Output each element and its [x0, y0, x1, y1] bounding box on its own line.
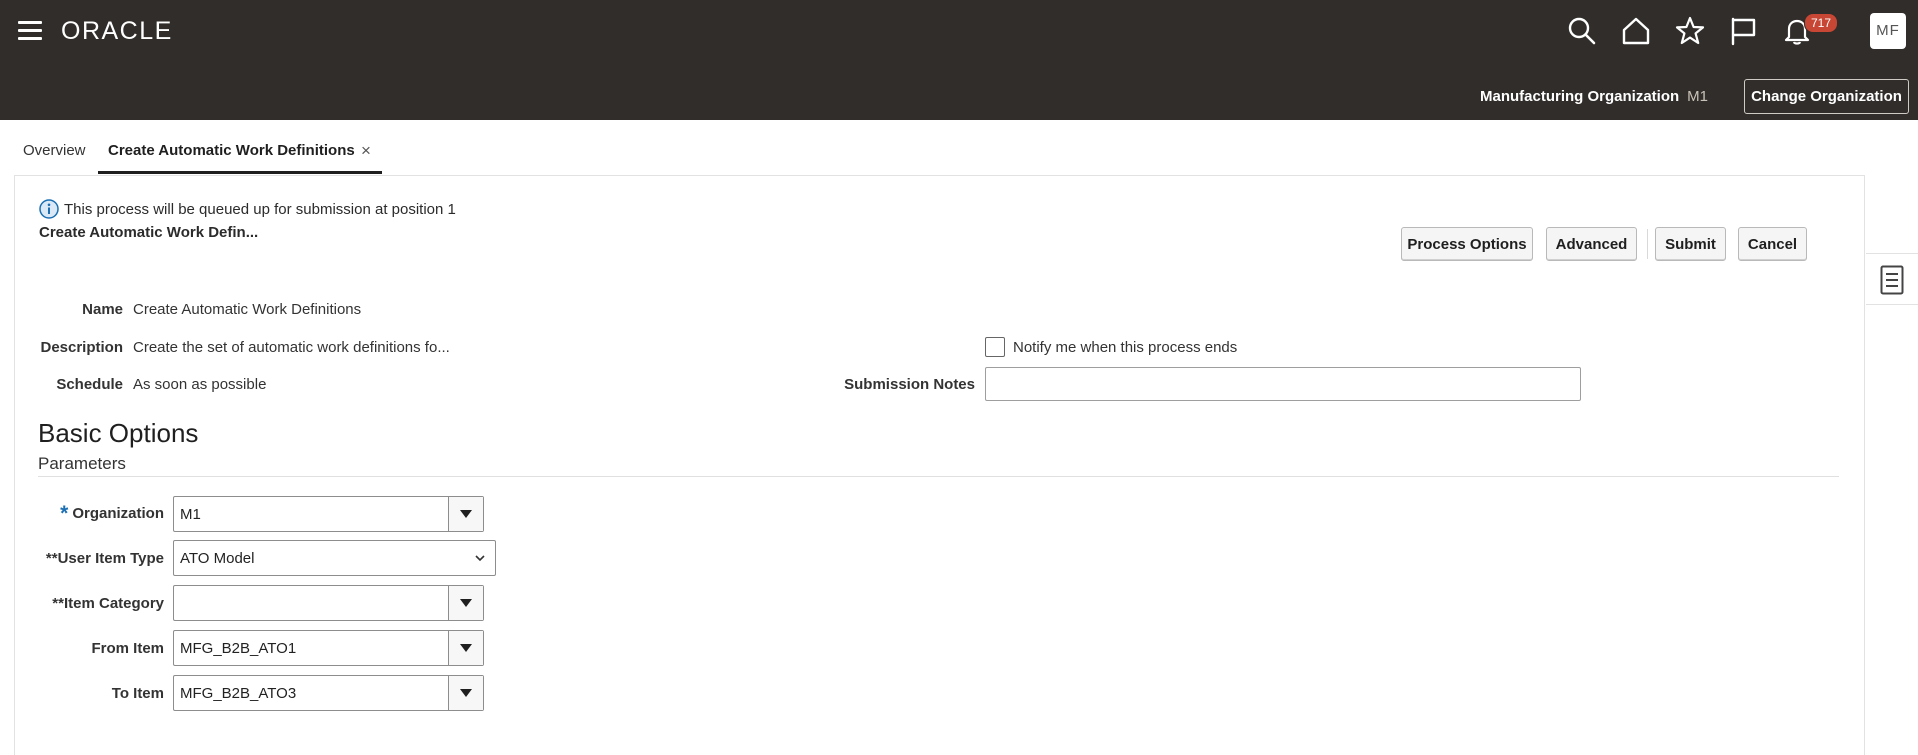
to-item-value: MFG_B2B_ATO3 [180, 685, 297, 702]
to-item-dropdown-button[interactable] [448, 676, 483, 710]
from-item-label: From Item [91, 640, 164, 657]
user-item-type-select[interactable]: ATO Model [173, 540, 496, 576]
item-category-combobox[interactable] [173, 585, 484, 621]
process-panel [14, 175, 1865, 755]
item-category-label: **Item Category [52, 595, 164, 612]
to-item-combobox[interactable]: MFG_B2B_ATO3 [173, 675, 484, 711]
search-icon[interactable] [1566, 15, 1598, 47]
schedule-value: As soon as possible [133, 376, 267, 393]
notification-count-badge: 717 [1804, 13, 1839, 33]
name-value: Create Automatic Work Definitions [133, 301, 362, 318]
advanced-button[interactable]: Advanced [1546, 227, 1637, 261]
notify-checkbox[interactable] [985, 337, 1005, 357]
organization-label: * Organization [30, 502, 164, 526]
to-item-label: To Item [111, 685, 164, 702]
schedule-label: Schedule [56, 376, 123, 393]
organization-combobox[interactable]: M1 [173, 496, 484, 532]
change-organization-button[interactable]: Change Organization [1744, 79, 1909, 114]
item-category-dropdown-button[interactable] [448, 586, 483, 620]
required-indicator: * [60, 502, 69, 525]
user-item-type-label: **User Item Type [45, 550, 164, 567]
home-icon[interactable] [1620, 15, 1652, 47]
from-item-value: MFG_B2B_ATO1 [180, 640, 297, 657]
organization-value: M1 [180, 506, 201, 523]
organization-label-text: Organization [72, 505, 164, 522]
section-divider [38, 476, 1839, 477]
close-tab-icon[interactable]: × [361, 141, 371, 161]
chevron-down-icon [475, 555, 485, 562]
task-list-icon[interactable] [1880, 265, 1904, 295]
submission-notes-input[interactable] [985, 367, 1581, 401]
queue-info-message: This process will be queued up for submi… [39, 199, 456, 219]
flag-icon[interactable] [1727, 15, 1759, 47]
submission-notes-label: Submission Notes [844, 376, 975, 393]
organization-dropdown-button[interactable] [448, 497, 483, 531]
from-item-dropdown-button[interactable] [448, 631, 483, 665]
parameters-subheading: Parameters [38, 454, 126, 473]
description-label: Description [40, 339, 123, 356]
notify-label: Notify me when this process ends [1013, 339, 1238, 356]
tab-overview[interactable]: Overview [23, 142, 86, 159]
info-icon [39, 199, 59, 219]
org-label-text: Manufacturing Organization [1479, 88, 1680, 105]
process-options-button[interactable]: Process Options [1401, 227, 1533, 261]
button-separator [1647, 229, 1648, 259]
user-avatar[interactable]: MF [1870, 13, 1906, 49]
process-title: Create Automatic Work Defin... [39, 224, 259, 241]
side-panel-tray[interactable] [1866, 253, 1918, 305]
manufacturing-organization-label: Manufacturing Organization M1 [1480, 88, 1708, 105]
tab-create-automatic-work-definitions[interactable]: Create Automatic Work Definitions [108, 142, 355, 159]
info-message-text: This process will be queued up for submi… [64, 200, 456, 218]
oracle-logo[interactable]: ORACLE [61, 17, 173, 46]
from-item-combobox[interactable]: MFG_B2B_ATO1 [173, 630, 484, 666]
basic-options-heading: Basic Options [38, 418, 199, 448]
tab-bar: Overview Create Automatic Work Definitio… [0, 120, 1918, 174]
active-tab-indicator [98, 171, 382, 174]
description-value: Create the set of automatic work definit… [133, 339, 450, 356]
org-code: M1 [1687, 88, 1708, 105]
name-label: Name [82, 301, 123, 318]
user-item-type-value: ATO Model [180, 550, 255, 567]
hamburger-icon[interactable] [18, 21, 42, 41]
cancel-button[interactable]: Cancel [1738, 227, 1807, 261]
star-icon[interactable] [1674, 15, 1706, 47]
submit-button[interactable]: Submit [1655, 227, 1726, 261]
